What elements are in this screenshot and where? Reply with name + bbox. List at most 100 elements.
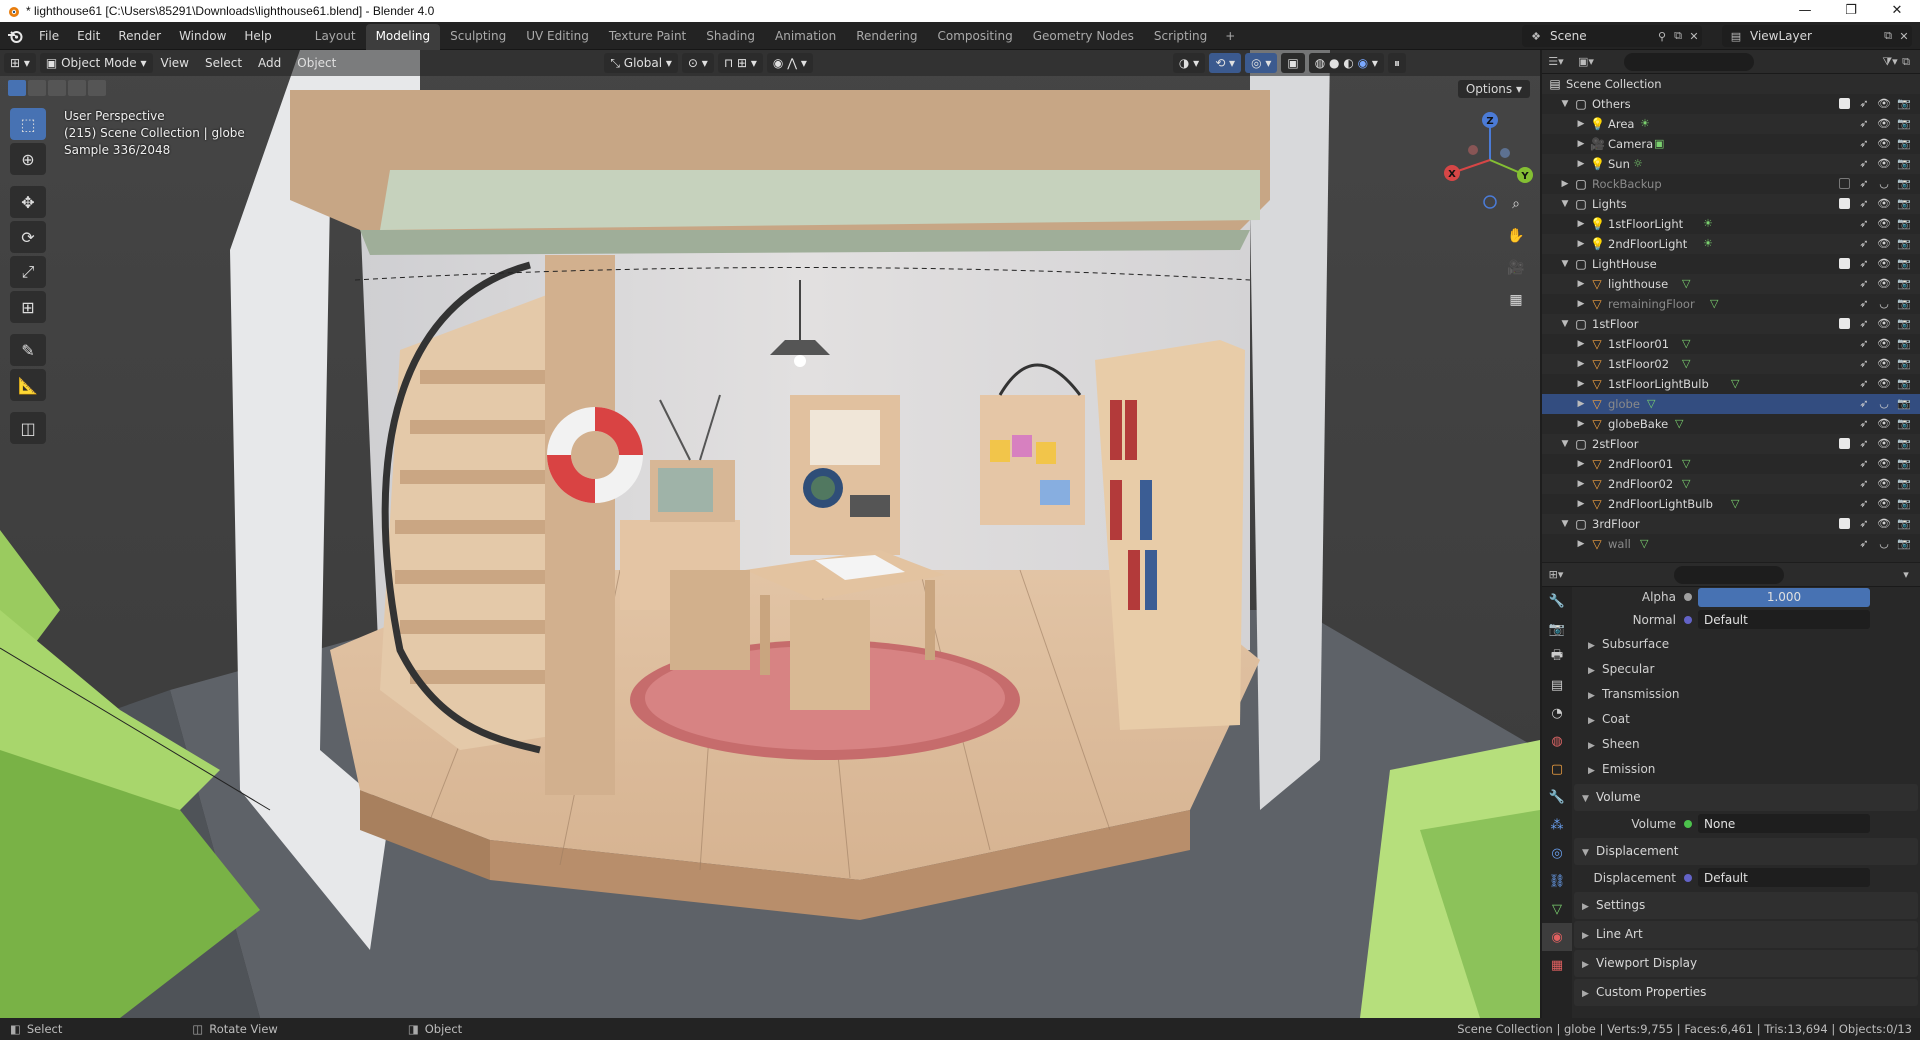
eye-icon[interactable]: 👁 — [1876, 334, 1892, 354]
tab-compositing[interactable]: Compositing — [927, 24, 1022, 50]
maximize-button[interactable]: ❐ — [1828, 0, 1874, 22]
eye-icon[interactable]: 👁 — [1876, 94, 1892, 116]
eye-icon[interactable]: ◡ — [1876, 294, 1892, 314]
pin-icon[interactable]: ⚲ — [1654, 30, 1670, 43]
tab-animation[interactable]: Animation — [765, 24, 846, 50]
transform-orientation-dropdown[interactable]: ⤡ Global ▾ — [604, 53, 678, 73]
constraints-tab-icon[interactable]: ⛓ — [1542, 867, 1572, 895]
coat-subpanel[interactable]: ▶ Coat — [1574, 707, 1918, 732]
disclosure-arrow-icon[interactable]: ▶ — [1576, 154, 1586, 174]
tab-scripting[interactable]: Scripting — [1144, 24, 1217, 50]
volume-panel-header[interactable]: ▼ Volume — [1574, 784, 1918, 811]
outliner-object-row[interactable]: ▶ ▽ wall ▽ ➶ ◡ 📷 — [1542, 534, 1920, 554]
eye-icon[interactable]: ◡ — [1876, 394, 1892, 414]
outliner-search-input[interactable] — [1624, 52, 1754, 71]
disclosure-arrow-icon[interactable]: ▶ — [1560, 174, 1570, 194]
selectable-arrow-icon[interactable]: ➶ — [1856, 514, 1872, 536]
eye-icon[interactable]: 👁 — [1876, 494, 1892, 514]
selectable-arrow-icon[interactable]: ➶ — [1856, 434, 1872, 456]
outliner-collection-row[interactable]: ▼ ▢ 3rdFloor ➶ 👁 📷 — [1542, 514, 1920, 534]
disclosure-arrow-icon[interactable]: ▶ — [1576, 274, 1586, 294]
camera-render-icon[interactable]: 📷 — [1896, 354, 1912, 374]
exclude-checkbox[interactable] — [1836, 94, 1852, 116]
disclosure-arrow-icon[interactable]: ▶ — [1576, 114, 1586, 134]
camera-render-icon[interactable]: 📷 — [1896, 154, 1912, 174]
pivot-point-dropdown[interactable]: ⊙ ▾ — [681, 53, 714, 73]
physics-tab-icon[interactable]: ◎ — [1542, 839, 1572, 867]
add-cube-tool-icon[interactable]: ◫ — [10, 412, 46, 444]
eye-icon[interactable]: 👁 — [1876, 114, 1892, 134]
remove-view-layer-icon[interactable]: ✕ — [1896, 30, 1912, 43]
material-tab-icon[interactable]: ◉ — [1542, 923, 1572, 951]
outliner-object-row[interactable]: ▶ 🎥 Camera ▣ ➶ 👁 📷 — [1542, 134, 1920, 154]
exclude-checkbox[interactable] — [1836, 434, 1852, 456]
eye-icon[interactable]: ◡ — [1876, 174, 1892, 196]
disclosure-arrow-icon[interactable]: ▶ — [1576, 214, 1586, 234]
transmission-subpanel[interactable]: ▶ Transmission — [1574, 682, 1918, 707]
outliner-object-row[interactable]: ▶ ▽ 2ndFloorLightBulb ▽ ➶ 👁 📷 — [1542, 494, 1920, 514]
mesh-data-icon[interactable]: ▽ — [1731, 494, 1739, 514]
camera-render-icon[interactable]: 📷 — [1896, 234, 1912, 254]
disclosure-arrow-icon[interactable]: ▶ — [1576, 414, 1586, 434]
light-data-icon[interactable]: ☀ — [1640, 114, 1650, 134]
display-mode-icon[interactable]: ▣▾ — [1578, 55, 1594, 68]
camera-render-icon[interactable]: 📷 — [1896, 314, 1912, 336]
select-subtract-icon[interactable] — [48, 80, 66, 96]
outliner-collection-row[interactable]: ▼ ▢ LightHouse ➶ 👁 📷 — [1542, 254, 1920, 274]
outliner-object-row[interactable]: ▶ ▽ 1stFloor01 ▽ ➶ 👁 📷 — [1542, 334, 1920, 354]
cursor-tool-icon[interactable]: ⊕ — [10, 143, 46, 175]
outliner-object-row[interactable]: ▶ ▽ remainingFloor ▽ ➶ ◡ 📷 — [1542, 294, 1920, 314]
camera-render-icon[interactable]: 📷 — [1896, 374, 1912, 394]
camera-data-icon[interactable]: ▣ — [1654, 134, 1664, 154]
new-view-layer-icon[interactable]: ⧉ — [1880, 29, 1896, 43]
eye-icon[interactable]: 👁 — [1876, 474, 1892, 494]
disclosure-arrow-icon[interactable]: ▶ — [1576, 474, 1586, 494]
exclude-checkbox[interactable] — [1836, 254, 1852, 276]
disclosure-arrow-icon[interactable]: ▶ — [1576, 534, 1586, 554]
transform-tool-icon[interactable]: ⊞ — [10, 291, 46, 323]
eye-icon[interactable]: 👁 — [1876, 314, 1892, 336]
viewport-menu-add[interactable]: Add — [250, 50, 289, 76]
mesh-data-icon[interactable]: ▽ — [1647, 394, 1655, 414]
camera-render-icon[interactable]: 📷 — [1896, 174, 1912, 196]
selectable-arrow-icon[interactable]: ➶ — [1856, 114, 1872, 134]
outliner-object-row[interactable]: ▶ ▽ globe ▽ ➶ ◡ 📷 — [1542, 394, 1920, 414]
selectable-arrow-icon[interactable]: ➶ — [1856, 174, 1872, 196]
disclosure-arrow-icon[interactable]: ▼ — [1560, 514, 1570, 534]
camera-view-icon[interactable]: 🎥 — [1502, 254, 1530, 282]
options-dropdown[interactable]: Options ▾ — [1457, 80, 1530, 98]
select-extend-icon[interactable] — [28, 80, 46, 96]
minimize-button[interactable]: — — [1782, 0, 1828, 22]
eye-icon[interactable]: 👁 — [1876, 274, 1892, 294]
particles-tab-icon[interactable]: ⁂ — [1542, 811, 1572, 839]
alpha-slider[interactable]: 1.000 — [1698, 587, 1870, 607]
mesh-data-icon[interactable]: ▽ — [1640, 534, 1648, 554]
tab-texture-paint[interactable]: Texture Paint — [599, 24, 696, 50]
disclosure-arrow-icon[interactable]: ▶ — [1576, 494, 1586, 514]
xray-toggle-icon[interactable]: ▣ — [1281, 53, 1305, 73]
outliner-object-row[interactable]: ▶ 💡 2ndFloorLight ☀ ➶ 👁 📷 — [1542, 234, 1920, 254]
outliner-editor-type-icon[interactable]: ☰▾ — [1548, 55, 1564, 68]
disclosure-arrow-icon[interactable]: ▶ — [1576, 334, 1586, 354]
filter-icon[interactable]: ⧩▾ — [1882, 55, 1898, 69]
pan-hand-icon[interactable]: ✋ — [1502, 222, 1530, 250]
camera-render-icon[interactable]: 📷 — [1896, 394, 1912, 414]
menu-render[interactable]: Render — [109, 22, 170, 50]
mesh-data-icon[interactable]: ▽ — [1682, 334, 1690, 354]
viewport-display-panel-header[interactable]: ▶ Viewport Display — [1574, 950, 1918, 977]
new-scene-icon[interactable]: ⧉ — [1670, 29, 1686, 43]
eye-icon[interactable]: 👁 — [1876, 514, 1892, 536]
outliner-object-row[interactable]: ▶ 💡 Area ☀ ➶ 👁 📷 — [1542, 114, 1920, 134]
disclosure-arrow-icon[interactable]: ▼ — [1560, 194, 1570, 214]
outliner-object-row[interactable]: ▶ ▽ 2ndFloor01 ▽ ➶ 👁 📷 — [1542, 454, 1920, 474]
visibility-icon[interactable]: ◑ ▾ — [1172, 53, 1206, 73]
selectable-arrow-icon[interactable]: ➶ — [1856, 394, 1872, 414]
displacement-input[interactable]: Default — [1698, 868, 1870, 887]
tab-sculpting[interactable]: Sculpting — [440, 24, 516, 50]
disclosure-arrow-icon[interactable]: ▼ — [1560, 314, 1570, 334]
editor-type-button[interactable]: ⊞ ▾ — [4, 53, 36, 73]
light-data-icon[interactable]: ☀ — [1703, 214, 1713, 234]
selectable-arrow-icon[interactable]: ➶ — [1856, 414, 1872, 434]
menu-help[interactable]: Help — [235, 22, 280, 50]
camera-render-icon[interactable]: 📷 — [1896, 514, 1912, 536]
